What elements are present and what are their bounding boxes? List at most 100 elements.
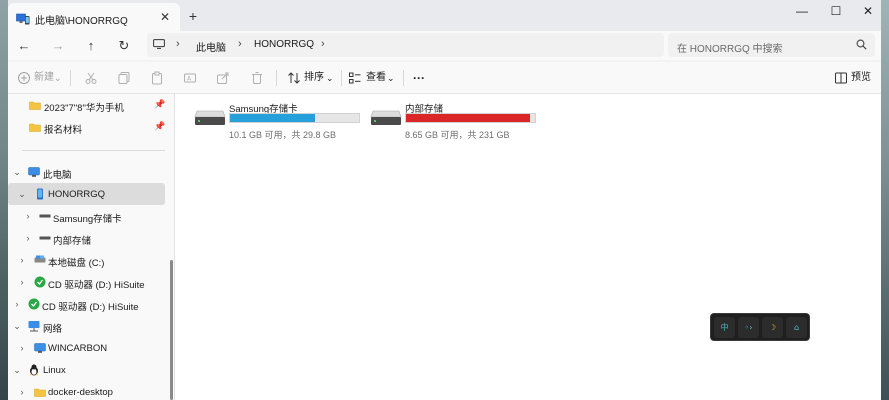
pin-icon: 📌 [154, 121, 166, 131]
sort-icon [288, 72, 300, 84]
rename-icon[interactable]: A [183, 71, 197, 85]
desktop-background-left [0, 0, 8, 400]
refresh-button[interactable]: ↻ [114, 37, 134, 55]
chevron-down-icon[interactable]: ⌄ [12, 320, 22, 332]
sidebar-item-registration-materials[interactable]: 报名材料 📌 [8, 116, 165, 138]
search-placeholder: 在 HONORRGQ 中搜索 [677, 44, 783, 55]
sidebar-item-label: Linux [43, 365, 66, 376]
share-icon[interactable] [216, 71, 230, 85]
pin-icon: 📌 [154, 99, 166, 109]
ime-chinese-mode-button[interactable]: 中 [714, 317, 735, 338]
ime-fullwidth-button[interactable]: ☽ [762, 317, 783, 338]
search-box[interactable]: 在 HONORRGQ 中搜索 [668, 33, 875, 57]
chevron-down-icon: ⌄ [326, 73, 334, 83]
sidebar-item-label: docker-desktop [48, 387, 113, 398]
navigation-bar: ← → ↑ ↻ › 此电脑 › HONORRGQ › 在 HONORRGQ 中搜… [8, 31, 881, 60]
breadcrumb-this-pc[interactable]: 此电脑 [196, 39, 226, 54]
chevron-right-icon[interactable]: › [12, 298, 22, 310]
computer-phone-icon [16, 13, 30, 25]
sidebar-item-internal-storage[interactable]: › 内部存储 [8, 227, 165, 249]
breadcrumb-honorrgq[interactable]: HONORRGQ [254, 39, 314, 50]
cut-icon[interactable] [84, 71, 98, 85]
sidebar-item-label: Samsung存储卡 [53, 214, 122, 225]
sidebar-item-cd-drive-d-hisuite[interactable]: › CD 驱动器 (D:) HiSuite [8, 271, 165, 293]
forward-button[interactable]: → [48, 37, 68, 55]
paste-icon[interactable] [150, 71, 164, 85]
chevron-right-icon[interactable]: › [17, 254, 27, 266]
sidebar-item-label: 报名材料 [44, 125, 83, 136]
breadcrumb-separator: › [176, 38, 180, 50]
address-bar[interactable]: › 此电脑 › HONORRGQ › [147, 33, 664, 57]
ime-settings-button[interactable]: ⌂ [786, 317, 807, 338]
preview-pane-icon [835, 72, 847, 84]
storage-usage-fill [230, 114, 316, 122]
file-explorer-window: 此电脑\HONORRGQ ✕ + — ☐ ✕ ← → ↑ ↻ › 此电脑 › H… [8, 0, 881, 400]
breadcrumb-separator[interactable]: › [321, 38, 325, 50]
sidebar-item-label: 此电脑 [43, 170, 72, 181]
minimize-button[interactable]: — [785, 0, 819, 22]
sidebar-item-huawei-folder[interactable]: 2023"7"8"华为手机 📌 [8, 94, 165, 116]
drive-tile-internal-storage[interactable]: 内部存储 8.65 GB 可用，共 231 GB [370, 99, 540, 140]
computer-icon [28, 167, 40, 177]
sidebar-item-label: 2023"7"8"华为手机 [44, 103, 124, 114]
chevron-right-icon[interactable]: › [23, 232, 33, 244]
sort-button[interactable]: 排序 [304, 70, 324, 86]
chevron-right-icon[interactable]: › [23, 210, 33, 222]
new-tab-button[interactable]: + [186, 9, 200, 23]
storage-usage-fill [406, 114, 530, 122]
network-icon [28, 321, 40, 332]
maximize-button[interactable]: ☐ [819, 0, 853, 22]
sidebar-item-honorrgq[interactable]: ⌄ HONORRGQ [8, 183, 165, 205]
phone-icon [37, 188, 43, 200]
title-bar: 此电脑\HONORRGQ ✕ + — ☐ ✕ [8, 0, 881, 31]
sidebar-item-local-disk-c[interactable]: › 本地磁盘 (C:) [8, 249, 165, 271]
drive-free-space: 10.1 GB 可用，共 29.8 GB [229, 130, 337, 140]
view-icon [349, 72, 361, 84]
chevron-right-icon[interactable]: › [17, 386, 27, 398]
close-tab-icon[interactable]: ✕ [158, 10, 172, 24]
chevron-down-icon: ⌄ [387, 73, 395, 83]
up-button[interactable]: ↑ [81, 37, 101, 55]
chevron-right-icon[interactable]: › [17, 276, 27, 288]
preview-button[interactable]: 预览 [851, 70, 871, 86]
sidebar-item-samsung-card[interactable]: › Samsung存储卡 [8, 205, 165, 227]
drive-icon [39, 236, 51, 240]
back-button[interactable]: ← [14, 37, 34, 55]
sidebar-item-wincarbon[interactable]: › WINCARBON [8, 337, 165, 359]
close-window-button[interactable]: ✕ [851, 0, 885, 22]
scrollbar-thumb[interactable] [170, 260, 173, 400]
sidebar-item-this-pc[interactable]: ⌄ 此电脑 [8, 161, 165, 183]
view-button[interactable]: 查看 [366, 70, 386, 86]
hisuite-icon [28, 298, 40, 310]
more-options-button[interactable]: ··· [413, 70, 425, 86]
chevron-down-icon[interactable]: ⌄ [12, 166, 22, 178]
chevron-down-icon[interactable]: ⌄ [17, 188, 27, 200]
tab-this-pc-honorrgq[interactable]: 此电脑\HONORRGQ ✕ [8, 3, 180, 31]
sidebar-item-cd-drive-d-hisuite-root[interactable]: › CD 驱动器 (D:) HiSuite [8, 293, 165, 315]
sidebar-item-linux[interactable]: ⌄ Linux [8, 359, 165, 381]
toolbar-divider [276, 70, 277, 86]
navigation-pane: 2023"7"8"华为手机 📌 报名材料 📌 ⌄ 此电脑 ⌄ HONORRGQ … [8, 94, 174, 400]
drive-icon [370, 110, 402, 125]
monitor-icon [34, 343, 46, 353]
delete-icon[interactable] [250, 71, 264, 85]
drive-icon [39, 214, 51, 218]
ime-toolbar: 中 ◦› ☽ ⌂ [710, 313, 810, 341]
monitor-icon [153, 39, 165, 49]
disk-icon [34, 255, 46, 263]
sidebar-item-label: HONORRGQ [48, 189, 105, 200]
content-area: Samsung存储卡 10.1 GB 可用，共 29.8 GB 内部存储 8.6… [175, 94, 881, 400]
copy-icon[interactable] [117, 71, 131, 85]
drive-tile-samsung-card[interactable]: Samsung存储卡 10.1 GB 可用，共 29.8 GB [194, 99, 364, 140]
ime-punctuation-button[interactable]: ◦› [738, 317, 759, 338]
sidebar-item-label: 内部存储 [53, 236, 92, 247]
drive-icon [194, 110, 226, 125]
new-button[interactable]: 新建 [34, 70, 54, 86]
tab-title: 此电脑\HONORRGQ [35, 16, 128, 27]
sidebar-item-network[interactable]: ⌄ 网络 [8, 315, 165, 337]
chevron-right-icon[interactable]: › [17, 342, 27, 354]
chevron-down-icon[interactable]: ⌄ [12, 364, 22, 376]
storage-usage-bar [405, 113, 536, 123]
sidebar-item-docker-desktop[interactable]: › docker-desktop [8, 381, 165, 400]
desktop-background-right [881, 0, 889, 400]
